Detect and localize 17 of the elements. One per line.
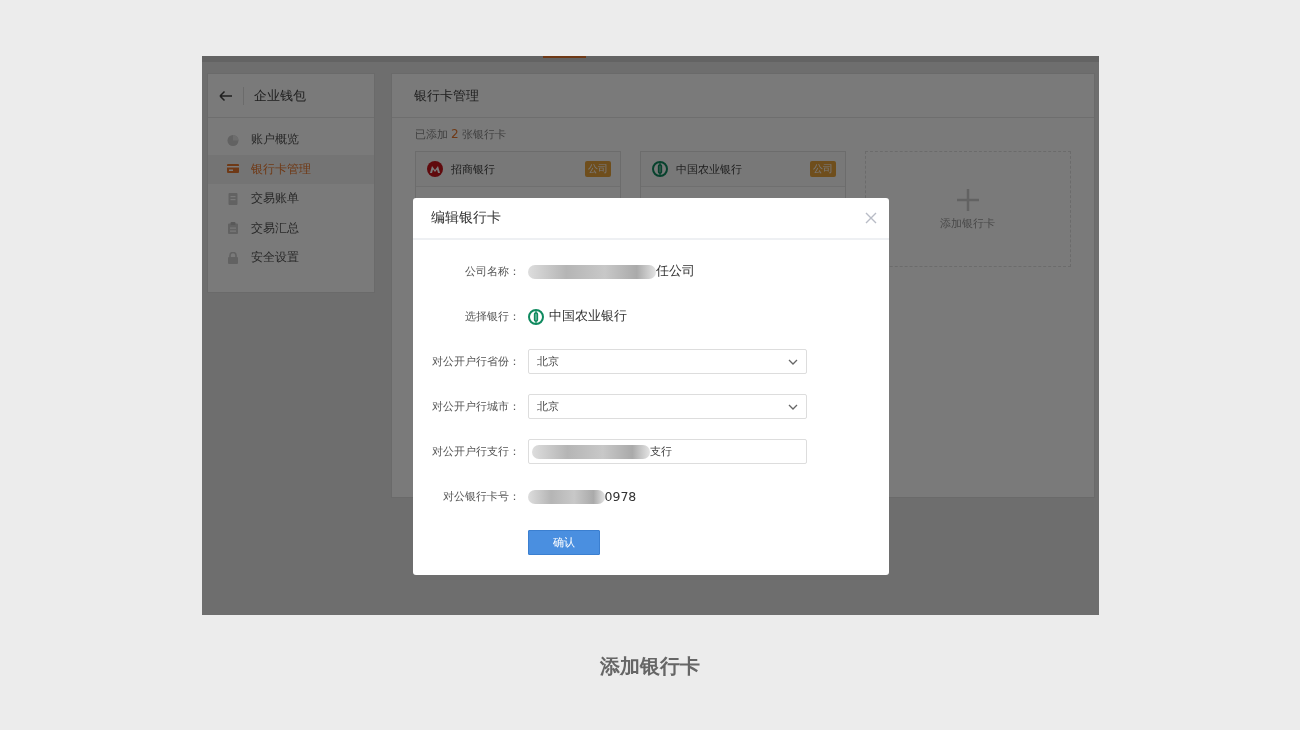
page-caption: 添加银行卡	[600, 654, 700, 678]
sidebar-title: 企业钱包	[253, 86, 306, 105]
field-label: 对公开户行支行：	[430, 444, 520, 459]
account-type-tag: 公司	[584, 161, 611, 177]
bank-name: 招商银行	[450, 161, 496, 177]
field-value: 任公司	[655, 263, 695, 280]
bank-name: 中国农业银行	[675, 161, 743, 177]
bank-name: 中国农业银行	[548, 308, 627, 325]
panel-title: 银行卡管理	[391, 74, 1094, 118]
field-label: 对公开户行省份：	[430, 354, 520, 369]
field-label: 公司名称：	[463, 264, 520, 279]
field-label: 对公开户行城市：	[430, 399, 520, 414]
field-value: 0978	[604, 489, 637, 504]
dialog-title: 编辑银行卡	[430, 209, 501, 227]
field-label: 对公银行卡号：	[441, 489, 520, 504]
account-type-tag: 公司	[809, 161, 836, 177]
field-label: 选择银行：	[463, 309, 520, 324]
